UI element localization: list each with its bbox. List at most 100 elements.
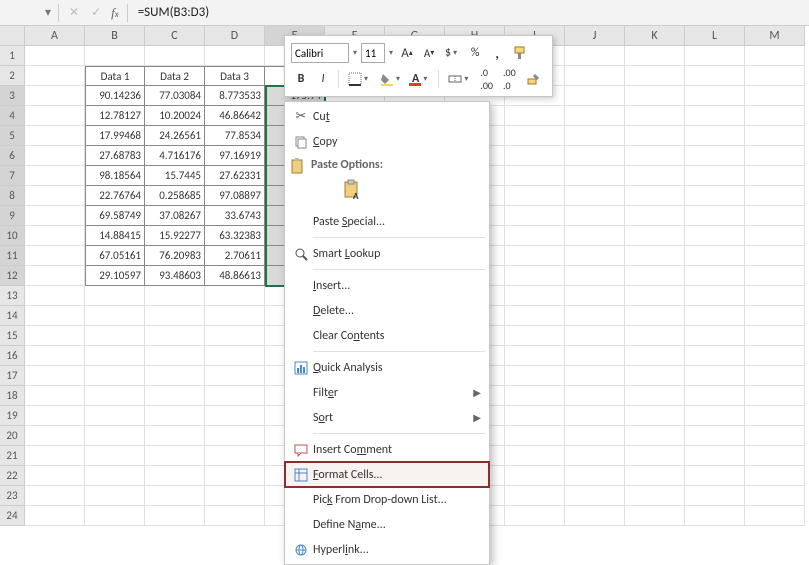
merge-button[interactable]: ▾ bbox=[444, 68, 474, 90]
menu-insert-comment[interactable]: Insert Comment bbox=[285, 437, 489, 462]
cell[interactable]: Data 3 bbox=[205, 66, 265, 86]
menu-paste-special[interactable]: Paste Special... bbox=[285, 209, 489, 234]
cell[interactable] bbox=[145, 466, 205, 486]
cell[interactable] bbox=[25, 206, 85, 226]
cell[interactable] bbox=[505, 486, 565, 506]
cell[interactable] bbox=[745, 486, 805, 506]
cell[interactable] bbox=[625, 86, 685, 106]
cell[interactable] bbox=[25, 286, 85, 306]
cell[interactable] bbox=[565, 266, 625, 286]
row-header[interactable]: 8 bbox=[0, 186, 25, 206]
row-header[interactable]: 9 bbox=[0, 206, 25, 226]
cell[interactable] bbox=[145, 446, 205, 466]
italic-button[interactable]: I bbox=[313, 68, 333, 90]
cell[interactable] bbox=[25, 406, 85, 426]
cell[interactable] bbox=[685, 226, 745, 246]
cell[interactable] bbox=[205, 326, 265, 346]
cell[interactable] bbox=[505, 206, 565, 226]
cell[interactable] bbox=[745, 326, 805, 346]
decrease-decimal-button[interactable]: .00.0 bbox=[499, 68, 520, 90]
cell[interactable] bbox=[625, 506, 685, 526]
cell[interactable] bbox=[625, 166, 685, 186]
cell[interactable] bbox=[145, 426, 205, 446]
cell[interactable] bbox=[745, 386, 805, 406]
cell[interactable] bbox=[685, 46, 745, 66]
cell[interactable] bbox=[25, 86, 85, 106]
cell[interactable] bbox=[505, 366, 565, 386]
cell[interactable] bbox=[625, 306, 685, 326]
row-header[interactable]: 17 bbox=[0, 366, 25, 386]
cell[interactable]: 15.7445 bbox=[145, 166, 205, 186]
cell[interactable] bbox=[25, 426, 85, 446]
cell[interactable] bbox=[205, 446, 265, 466]
cell[interactable] bbox=[85, 486, 145, 506]
cell[interactable] bbox=[565, 86, 625, 106]
cell[interactable] bbox=[745, 306, 805, 326]
cell[interactable] bbox=[625, 346, 685, 366]
row-header[interactable]: 20 bbox=[0, 426, 25, 446]
menu-quick-analysis[interactable]: Quick Analysis bbox=[285, 355, 489, 380]
column-header[interactable]: B bbox=[85, 26, 145, 46]
cell[interactable] bbox=[25, 506, 85, 526]
cell[interactable] bbox=[505, 266, 565, 286]
cell[interactable]: 12.78127 bbox=[85, 106, 145, 126]
cell[interactable] bbox=[685, 186, 745, 206]
menu-clear-contents[interactable]: Clear Contents bbox=[285, 323, 489, 348]
cell[interactable] bbox=[205, 386, 265, 406]
cell[interactable] bbox=[505, 166, 565, 186]
cell[interactable] bbox=[505, 246, 565, 266]
increase-font-button[interactable]: A▴ bbox=[397, 42, 417, 64]
cell[interactable] bbox=[85, 446, 145, 466]
cell[interactable] bbox=[625, 446, 685, 466]
cell[interactable] bbox=[745, 66, 805, 86]
cell[interactable]: 90.14236 bbox=[85, 86, 145, 106]
cell[interactable] bbox=[145, 486, 205, 506]
cell[interactable] bbox=[685, 126, 745, 146]
cell[interactable]: 29.10597 bbox=[85, 266, 145, 286]
cell[interactable] bbox=[145, 366, 205, 386]
cell[interactable] bbox=[25, 146, 85, 166]
fill-color-button[interactable]: ▾ bbox=[376, 68, 406, 90]
menu-delete[interactable]: Delete... bbox=[285, 298, 489, 323]
cell[interactable] bbox=[625, 286, 685, 306]
font-name-input[interactable] bbox=[291, 43, 349, 63]
menu-sort[interactable]: Sort ▶ bbox=[285, 405, 489, 430]
cell[interactable] bbox=[85, 466, 145, 486]
cell[interactable]: 22.76764 bbox=[85, 186, 145, 206]
cell[interactable] bbox=[565, 406, 625, 426]
cell[interactable] bbox=[685, 446, 745, 466]
menu-copy[interactable]: Copy bbox=[285, 129, 489, 154]
cell[interactable] bbox=[625, 266, 685, 286]
cell[interactable] bbox=[505, 506, 565, 526]
cell[interactable] bbox=[565, 386, 625, 406]
cell[interactable] bbox=[85, 386, 145, 406]
cell[interactable] bbox=[745, 286, 805, 306]
menu-define-name[interactable]: Define Name... bbox=[285, 512, 489, 537]
cell[interactable]: 37.08267 bbox=[145, 206, 205, 226]
cell[interactable]: 2.70611 bbox=[205, 246, 265, 266]
cell[interactable] bbox=[505, 326, 565, 346]
row-header[interactable]: 19 bbox=[0, 406, 25, 426]
cell[interactable]: 93.48603 bbox=[145, 266, 205, 286]
cell[interactable] bbox=[205, 486, 265, 506]
cell[interactable] bbox=[25, 126, 85, 146]
cell[interactable]: 4.716176 bbox=[145, 146, 205, 166]
paste-option-1[interactable]: A bbox=[339, 176, 367, 204]
cell[interactable] bbox=[205, 346, 265, 366]
increase-decimal-button[interactable]: .0.00 bbox=[476, 68, 497, 90]
cell[interactable] bbox=[25, 66, 85, 86]
cell[interactable] bbox=[565, 346, 625, 366]
cell[interactable]: 8.773533 bbox=[205, 86, 265, 106]
row-header[interactable]: 10 bbox=[0, 226, 25, 246]
cell[interactable] bbox=[85, 426, 145, 446]
row-header[interactable]: 3 bbox=[0, 86, 25, 106]
cell[interactable] bbox=[625, 426, 685, 446]
cell[interactable] bbox=[625, 146, 685, 166]
cell[interactable] bbox=[625, 366, 685, 386]
cell[interactable]: 27.62331 bbox=[205, 166, 265, 186]
menu-cut[interactable]: ✂ Cut bbox=[285, 104, 489, 129]
cell[interactable] bbox=[685, 266, 745, 286]
row-header[interactable]: 6 bbox=[0, 146, 25, 166]
formula-input[interactable]: =SUM(B3:D3) bbox=[132, 5, 809, 20]
cell[interactable] bbox=[565, 466, 625, 486]
